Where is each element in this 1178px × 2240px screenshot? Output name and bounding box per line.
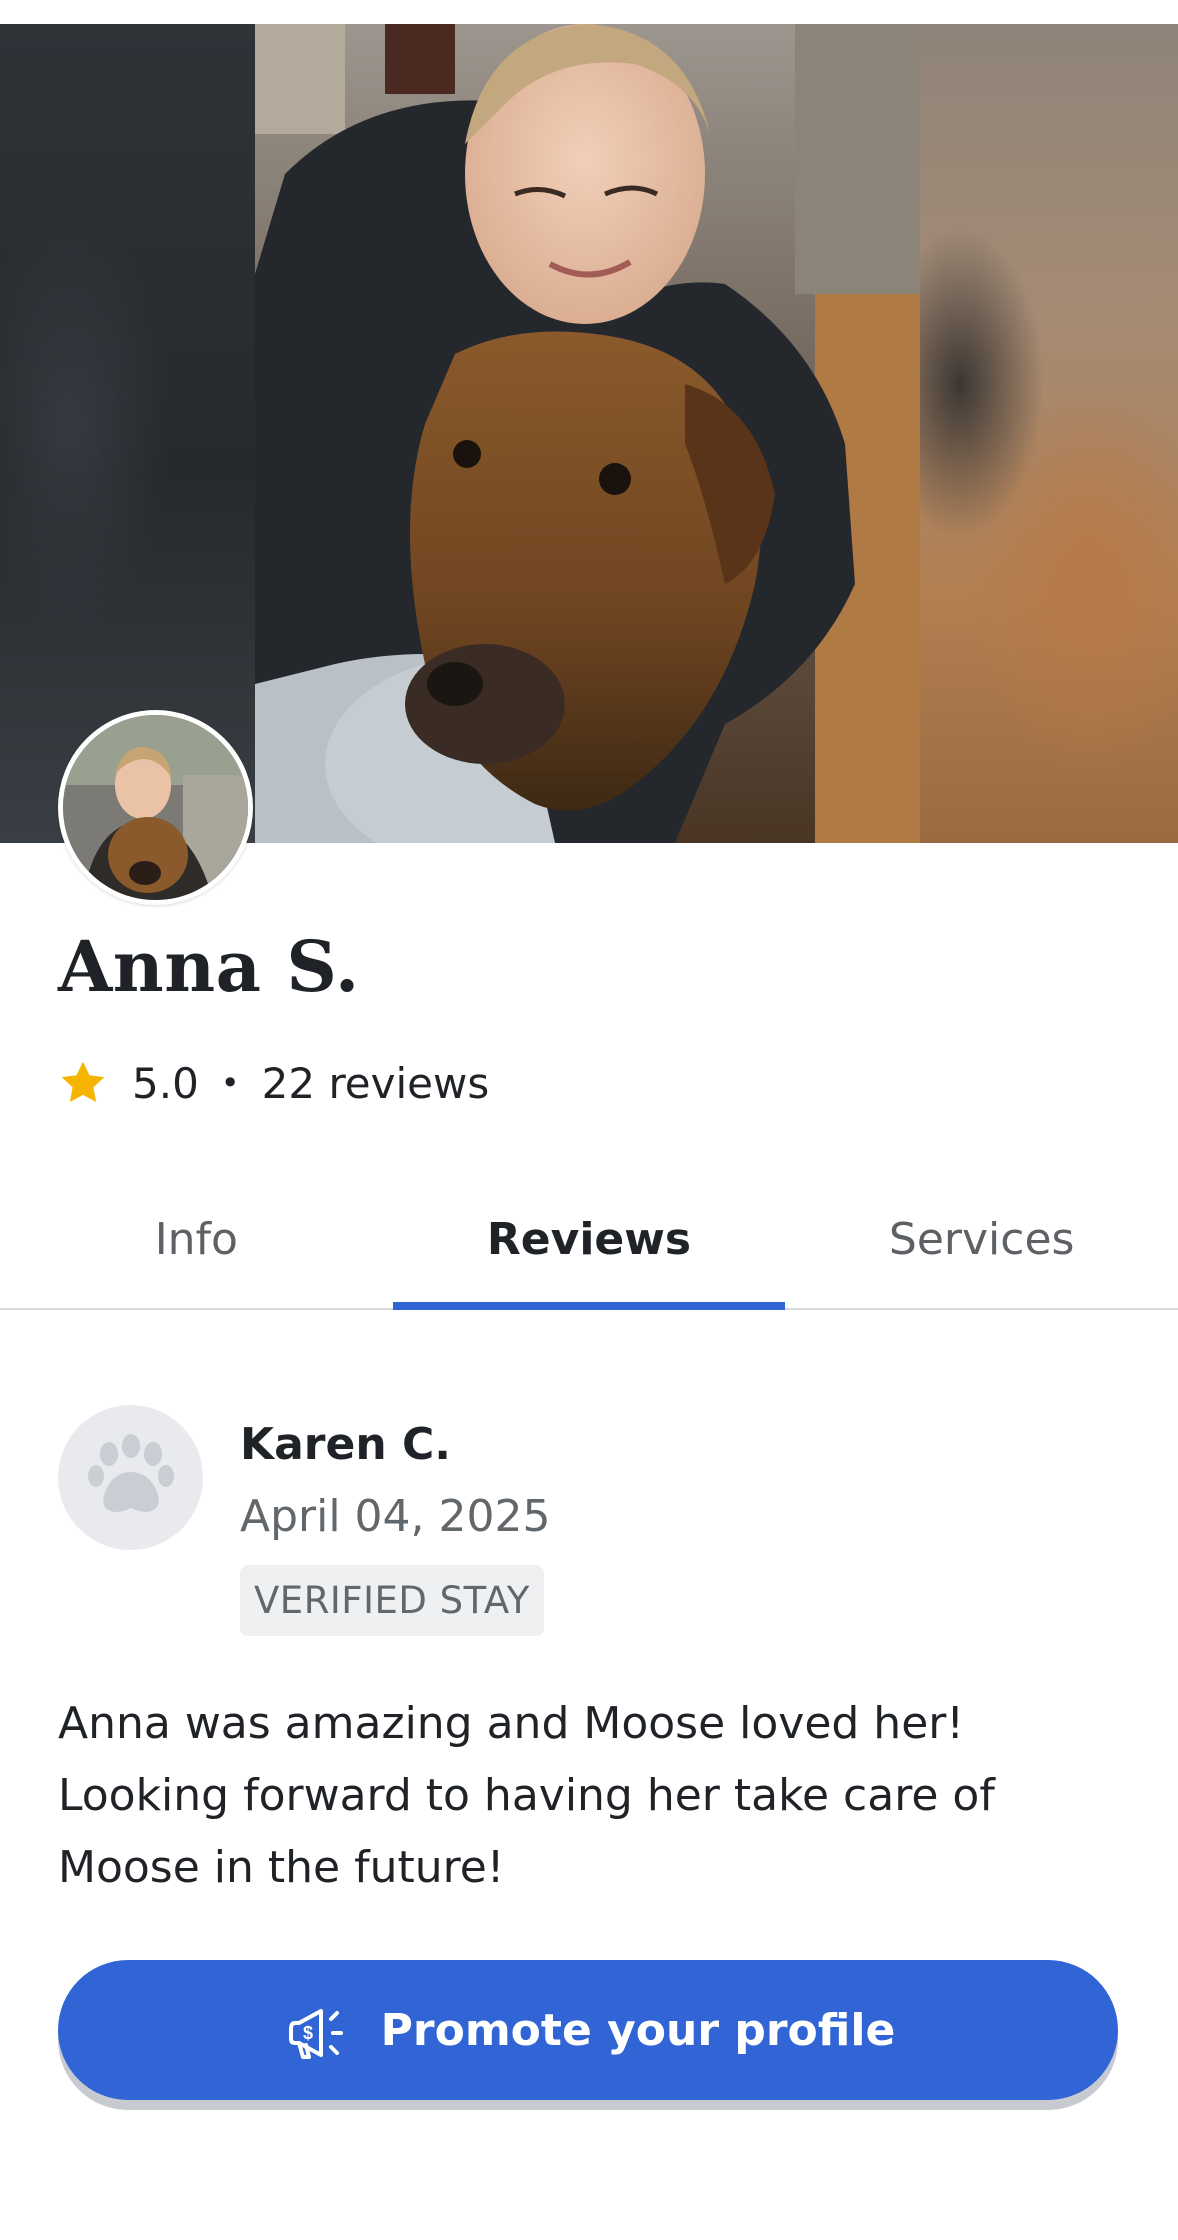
rating-value: 5.0 <box>132 1058 199 1108</box>
cover-photo-blur-right <box>920 24 1178 843</box>
profile-name: Anna S. <box>58 925 360 1008</box>
sitter-profile-page: Anna S. 5.0 • 22 reviews Info Reviews Se… <box>0 0 1178 2240</box>
review-date: April 04, 2025 <box>240 1491 551 1542</box>
profile-tabs: Info Reviews Services <box>0 1170 1178 1310</box>
tab-info[interactable]: Info <box>0 1170 393 1308</box>
promote-profile-button[interactable]: $ Promote your profile <box>58 1960 1118 2100</box>
star-icon <box>61 1061 105 1102</box>
verified-stay-badge: VERIFIED STAY <box>240 1565 544 1636</box>
review-text: Anna was amazing and Moose loved her! Lo… <box>58 1698 995 1893</box>
tab-services[interactable]: Services <box>785 1170 1178 1308</box>
rating-separator: • <box>220 1064 240 1102</box>
top-bar <box>0 0 1178 24</box>
cover-photo[interactable] <box>255 24 920 843</box>
reviewer-avatar <box>58 1405 203 1550</box>
megaphone-dollar-icon: $ <box>288 2009 343 2059</box>
reviewer-name: Karen C. <box>240 1419 451 1470</box>
tab-reviews[interactable]: Reviews <box>392 1170 786 1310</box>
svg-text:$: $ <box>303 2023 313 2043</box>
promote-button-label: Promote your profile <box>380 2004 896 2056</box>
paw-icon <box>87 1433 174 1512</box>
profile-avatar[interactable] <box>58 710 253 905</box>
review-count: 22 reviews <box>261 1058 490 1108</box>
rating-summary[interactable]: 5.0 • 22 reviews <box>58 1055 489 1111</box>
